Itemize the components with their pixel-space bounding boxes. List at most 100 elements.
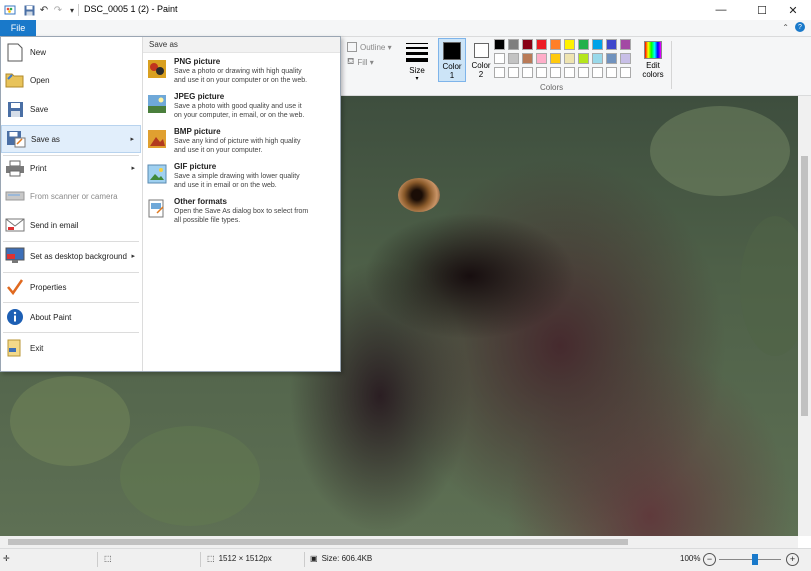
size-button[interactable]: Size ▾: [402, 39, 432, 85]
gif-picture-icon: [147, 164, 169, 184]
palette-swatch[interactable]: [606, 53, 617, 64]
option-description: Save a photo with good quality and use i…: [174, 103, 302, 110]
submenu-arrow-icon: ▸: [130, 136, 134, 143]
menu-item-save[interactable]: Save: [1, 96, 141, 122]
palette-swatch[interactable]: [592, 53, 603, 64]
palette-swatch[interactable]: [508, 67, 519, 78]
menu-item-label: About Paint: [30, 312, 72, 322]
palette-swatch[interactable]: [522, 39, 533, 50]
palette-swatch[interactable]: [508, 53, 519, 64]
palette-swatch[interactable]: [592, 39, 603, 50]
size-label: Size: [409, 66, 425, 75]
dimensions-icon: ⬚: [207, 554, 215, 563]
color1-button[interactable]: Color 1: [438, 38, 466, 82]
palette-swatch[interactable]: [620, 39, 631, 50]
palette-swatch[interactable]: [536, 53, 547, 64]
save-as-jpeg[interactable]: JPEG picture Save a photo with good qual…: [145, 92, 335, 120]
option-description: and use it on your computer or on the we…: [174, 77, 308, 84]
save-as-other-formats[interactable]: Other formats Open the Save As dialog bo…: [145, 197, 335, 225]
palette-swatch[interactable]: [494, 67, 505, 78]
help-icon[interactable]: ?: [795, 22, 805, 32]
file-menu-commands: New Open Save Save as ▸ Print ▸ From sca…: [1, 37, 141, 371]
title-bar: ↶ ↷ ▾ DSC_0005 1 (2) - Paint — ☐ ✕: [0, 0, 811, 20]
menu-item-send-email[interactable]: Send in email: [1, 212, 141, 238]
menu-item-properties[interactable]: Properties: [1, 273, 141, 301]
horizontal-scrollbar[interactable]: [0, 536, 798, 548]
palette-swatch[interactable]: [494, 39, 505, 50]
color2-button[interactable]: Color 2: [468, 38, 494, 82]
menu-item-exit[interactable]: Exit: [1, 334, 141, 362]
palette-swatch[interactable]: [564, 39, 575, 50]
save-as-bmp[interactable]: BMP picture Save any kind of picture wit…: [145, 127, 335, 155]
file-size-text: Size: 606.4KB: [321, 554, 373, 563]
jpeg-picture-icon: [147, 94, 169, 114]
horizontal-scroll-thumb[interactable]: [8, 539, 628, 545]
status-divider: [200, 552, 201, 567]
undo-icon[interactable]: ↶: [37, 3, 51, 17]
image-dimensions: ⬚ 1512 × 1512px: [207, 554, 272, 563]
vertical-scrollbar[interactable]: [798, 96, 811, 536]
menu-item-save-as[interactable]: Save as ▸: [1, 125, 141, 153]
customize-toolbar-icon[interactable]: ▾: [65, 3, 79, 17]
palette-swatch[interactable]: [578, 67, 589, 78]
menu-item-print[interactable]: Print ▸: [1, 155, 141, 181]
ribbon-group-divider: [671, 41, 672, 89]
close-button[interactable]: ✕: [775, 0, 811, 20]
palette-swatch[interactable]: [494, 53, 505, 64]
foliage-shape: [10, 376, 130, 466]
save-as-option-text: Other formats Open the Save As dialog bo…: [174, 197, 308, 225]
zoom-slider-thumb[interactable]: [751, 554, 758, 565]
bmp-picture-icon: [147, 129, 169, 149]
menu-item-from-scanner[interactable]: From scanner or camera: [1, 183, 141, 209]
palette-swatch[interactable]: [522, 67, 533, 78]
status-divider: [304, 552, 305, 567]
option-title: JPEG picture: [174, 92, 225, 101]
palette-swatch[interactable]: [592, 67, 603, 78]
color1-label: Color 1: [442, 62, 462, 80]
palette-swatch[interactable]: [550, 53, 561, 64]
save-as-png[interactable]: PNG picture Save a photo or drawing with…: [145, 57, 335, 85]
option-description: Save a photo or drawing with high qualit…: [174, 68, 302, 75]
color-palette: [494, 39, 640, 83]
palette-swatch[interactable]: [606, 67, 617, 78]
minimize-button[interactable]: —: [703, 0, 739, 20]
palette-swatch[interactable]: [550, 67, 561, 78]
option-description: on your computer, in email, or on the we…: [174, 112, 305, 119]
save-as-icon: [5, 129, 27, 149]
palette-swatch[interactable]: [620, 53, 631, 64]
save-icon[interactable]: [22, 3, 36, 17]
menu-item-new[interactable]: New: [1, 39, 141, 65]
palette-swatch[interactable]: [536, 67, 547, 78]
zoom-in-button[interactable]: +: [786, 553, 799, 566]
palette-swatch[interactable]: [620, 67, 631, 78]
palette-swatch[interactable]: [578, 39, 589, 50]
outline-button[interactable]: Outline ▾: [347, 42, 392, 52]
submenu-arrow-icon: ▸: [131, 165, 135, 172]
menu-item-about-paint[interactable]: About Paint: [1, 303, 141, 331]
collapse-ribbon-icon[interactable]: ⌃: [782, 23, 789, 32]
menu-item-open[interactable]: Open: [1, 67, 141, 93]
palette-swatch[interactable]: [522, 53, 533, 64]
palette-swatch[interactable]: [564, 67, 575, 78]
palette-swatch[interactable]: [606, 39, 617, 50]
palette-swatch[interactable]: [578, 53, 589, 64]
save-as-option-text: GIF picture Save a simple drawing with l…: [174, 162, 300, 190]
edit-colors-button[interactable]: Edit colors: [640, 38, 666, 82]
palette-swatch[interactable]: [564, 53, 575, 64]
save-as-gif[interactable]: GIF picture Save a simple drawing with l…: [145, 162, 335, 190]
zoom-slider-track[interactable]: [719, 559, 781, 560]
edit-colors-label: Edit colors: [642, 61, 664, 79]
desktop-icon: [4, 246, 26, 266]
vertical-scroll-thumb[interactable]: [801, 156, 808, 416]
palette-swatch[interactable]: [550, 39, 561, 50]
open-folder-icon: [4, 70, 26, 90]
option-description: all possible file types.: [174, 217, 241, 224]
palette-swatch[interactable]: [508, 39, 519, 50]
fill-button[interactable]: ⛾ Fill ▾: [347, 56, 374, 68]
redo-icon[interactable]: ↷: [51, 3, 65, 17]
paint-app-icon: [3, 3, 17, 17]
palette-swatch[interactable]: [536, 39, 547, 50]
file-tab[interactable]: File: [0, 20, 36, 36]
menu-item-set-desktop-background[interactable]: Set as desktop background ▸: [1, 242, 141, 270]
zoom-out-button[interactable]: −: [703, 553, 716, 566]
